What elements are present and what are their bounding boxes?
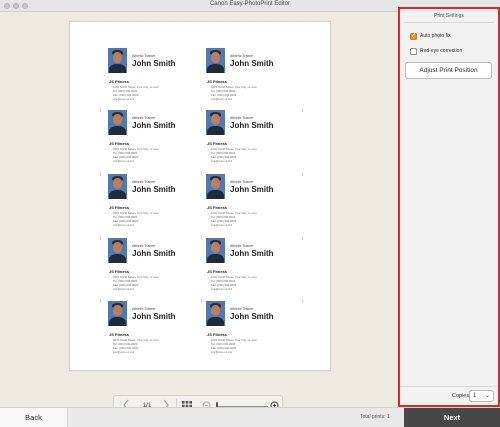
business-card[interactable]: Athletic Trainer John Smith JS Fitness 1001…	[206, 174, 302, 234]
card-email: xxx@xxxx.xx.xxx	[113, 350, 135, 354]
auto-photo-fix-label[interactable]: Auto photo fix	[420, 33, 451, 39]
business-card[interactable]: Athletic Trainer John Smith JS Fitness 1001…	[206, 301, 302, 361]
next-button[interactable]: Next	[404, 408, 500, 427]
card-photo	[206, 174, 225, 199]
header-divider	[404, 22, 494, 23]
card-photo	[206, 110, 225, 135]
business-card[interactable]: Athletic Trainer John Smith JS Fitness 1001…	[108, 110, 204, 170]
card-company: JS Fitness	[207, 205, 228, 210]
crop-mark	[302, 108, 303, 112]
card-role: Athletic Trainer	[132, 116, 156, 120]
card-company: JS Fitness	[109, 205, 130, 210]
copies-select[interactable]: 1 ⌄	[469, 390, 494, 402]
crop-mark	[100, 172, 101, 176]
card-company: JS Fitness	[207, 79, 228, 84]
card-name: John Smith	[230, 185, 274, 194]
crop-mark	[201, 299, 202, 303]
card-role: Athletic Trainer	[132, 244, 156, 248]
card-name: John Smith	[230, 312, 274, 321]
card-name: John Smith	[132, 121, 176, 130]
footer-bar: Back Total prints: 1 Next	[0, 407, 500, 427]
business-card[interactable]: Athletic Trainer John Smith JS Fitness 1001…	[108, 174, 204, 234]
card-role: Athletic Trainer	[230, 116, 254, 120]
business-card[interactable]: Athletic Trainer John Smith JS Fitness 1001…	[206, 110, 302, 170]
card-role: Athletic Trainer	[230, 54, 254, 58]
crop-mark	[100, 108, 101, 112]
crop-mark	[201, 236, 202, 240]
card-role: Athletic Trainer	[132, 307, 156, 311]
red-eye-correction-checkbox[interactable]	[410, 48, 417, 55]
card-email: xxx@xxxx.xx.xxx	[211, 287, 233, 291]
card-photo	[206, 48, 225, 73]
crop-mark	[201, 108, 202, 112]
business-card[interactable]: Athletic Trainer John Smith JS Fitness 1001…	[108, 301, 204, 361]
print-settings-panel: Print Settings ✓ Auto photo fix Red-eye …	[398, 7, 500, 407]
chevron-down-icon: ⌄	[484, 393, 490, 399]
back-button[interactable]: Back	[0, 408, 68, 427]
card-role: Athletic Trainer	[132, 54, 156, 58]
card-role: Athletic Trainer	[230, 307, 254, 311]
card-company: JS Fitness	[109, 332, 130, 337]
card-email: xxx@xxxx.xx.xxx	[113, 97, 135, 101]
business-card[interactable]: Athletic Trainer John Smith JS Fitness 1001…	[108, 48, 204, 108]
card-photo	[108, 174, 127, 199]
card-company: JS Fitness	[207, 141, 228, 146]
business-card[interactable]: Athletic Trainer John Smith JS Fitness 1001…	[108, 238, 204, 298]
print-sheet[interactable]: Athletic Trainer John Smith JS Fitness 1001…	[69, 21, 331, 371]
card-photo	[206, 301, 225, 326]
card-role: Athletic Trainer	[230, 180, 254, 184]
preview-area: Athletic Trainer John Smith JS Fitness 1001…	[0, 12, 398, 417]
crop-mark	[201, 172, 202, 176]
business-card[interactable]: Athletic Trainer John Smith JS Fitness 1001…	[206, 48, 302, 108]
card-company: JS Fitness	[109, 269, 130, 274]
print-settings-header: Print Settings	[434, 13, 464, 19]
crop-mark	[100, 236, 101, 240]
card-name: John Smith	[132, 312, 176, 321]
red-eye-correction-label[interactable]: Red-eye correction	[420, 48, 462, 54]
card-name: John Smith	[230, 59, 274, 68]
card-role: Athletic Trainer	[132, 180, 156, 184]
card-name: John Smith	[132, 59, 176, 68]
crop-mark	[302, 236, 303, 240]
crop-mark	[302, 299, 303, 303]
card-photo	[108, 48, 127, 73]
card-photo	[108, 110, 127, 135]
copies-value: 1	[473, 393, 477, 399]
card-email: xxx@xxxx.xx.xxx	[211, 350, 233, 354]
total-prints: Total prints: 1	[360, 414, 390, 420]
copies-divider	[400, 386, 498, 387]
card-photo	[206, 238, 225, 263]
card-email: xxx@xxxx.xx.xxx	[113, 223, 135, 227]
card-name: John Smith	[230, 249, 274, 258]
card-email: xxx@xxxx.xx.xxx	[211, 223, 233, 227]
card-photo	[108, 238, 127, 263]
card-photo	[108, 301, 127, 326]
card-company: JS Fitness	[109, 79, 130, 84]
card-email: xxx@xxxx.xx.xxx	[211, 97, 233, 101]
auto-photo-fix-checkbox[interactable]: ✓	[410, 33, 417, 40]
copies-label: Copies	[452, 393, 470, 399]
crop-mark	[302, 172, 303, 176]
crop-mark	[100, 299, 101, 303]
card-name: John Smith	[230, 121, 274, 130]
card-name: John Smith	[132, 185, 176, 194]
card-company: JS Fitness	[207, 332, 228, 337]
card-name: John Smith	[132, 249, 176, 258]
card-company: JS Fitness	[109, 141, 130, 146]
card-email: xxx@xxxx.xx.xxx	[211, 159, 233, 163]
adjust-print-position-button[interactable]: Adjust Print Position	[405, 62, 492, 79]
card-email: xxx@xxxx.xx.xxx	[113, 287, 135, 291]
business-card[interactable]: Athletic Trainer John Smith JS Fitness 1001…	[206, 238, 302, 298]
card-company: JS Fitness	[207, 269, 228, 274]
card-role: Athletic Trainer	[230, 244, 254, 248]
card-email: xxx@xxxx.xx.xxx	[113, 159, 135, 163]
